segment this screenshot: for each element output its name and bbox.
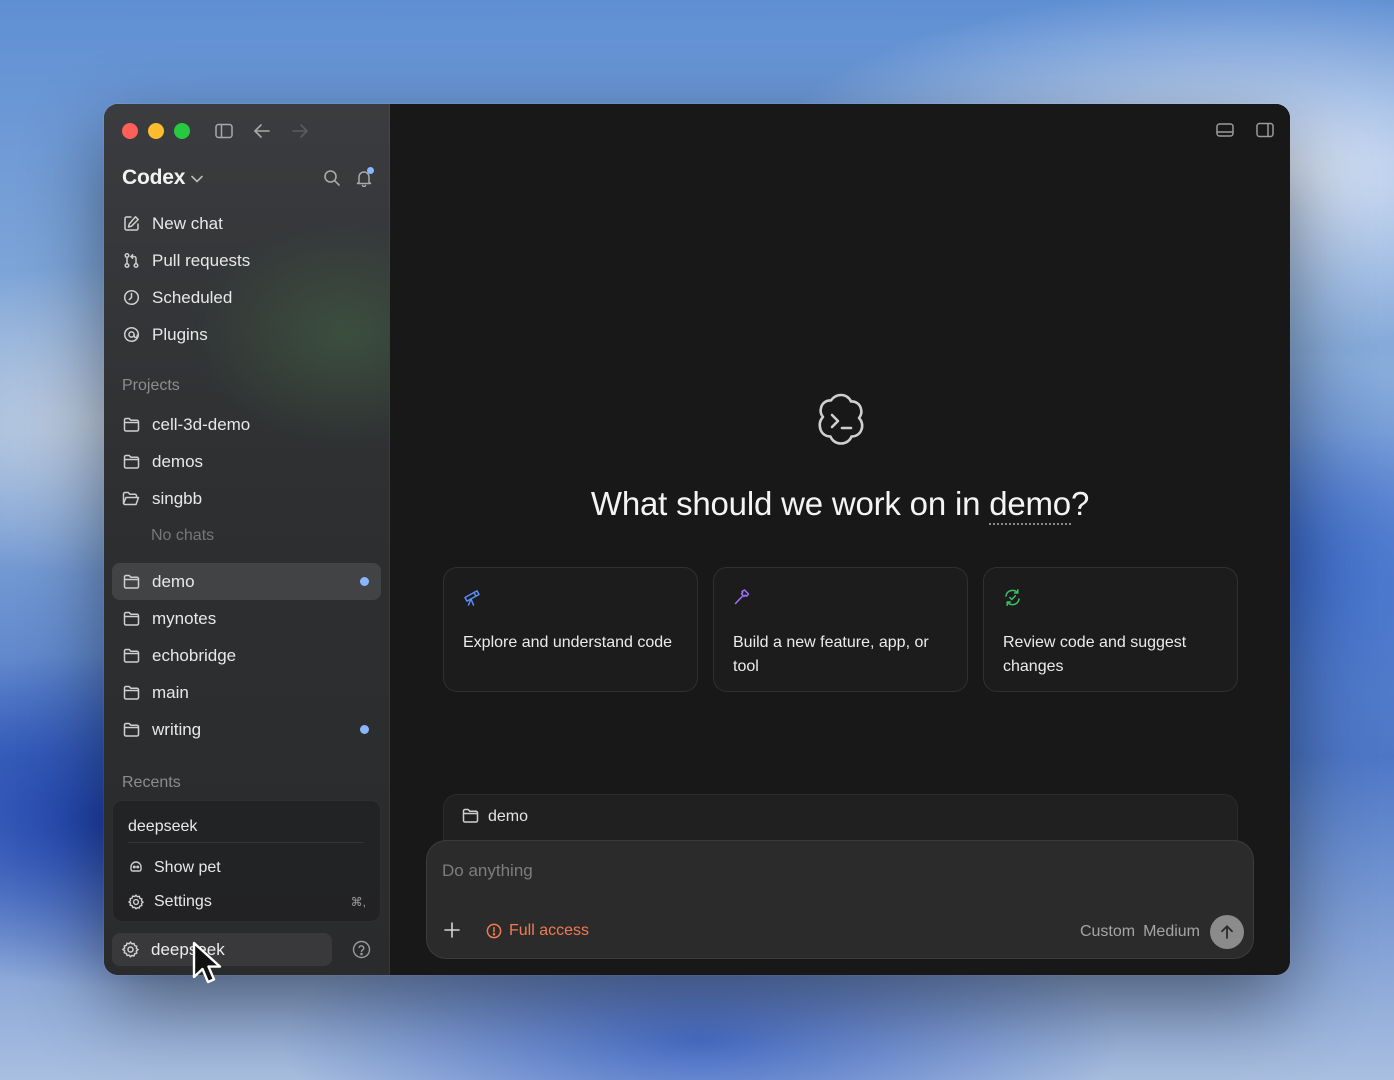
project-echobridge[interactable]: echobridge (112, 637, 381, 674)
model-selector[interactable]: Custom Medium (1080, 923, 1200, 941)
nav-scheduled[interactable]: Scheduled (112, 279, 381, 316)
account-menu-popover: deepseek Show pet Settings ⌘, (112, 800, 381, 922)
project-demo[interactable]: demo (112, 563, 381, 600)
titlebar-nav (214, 121, 310, 141)
nav-new-chat[interactable]: New chat (112, 205, 381, 242)
gear-icon (122, 940, 140, 959)
app-title[interactable]: Codex (122, 166, 185, 190)
pull-request-icon (122, 252, 140, 270)
folder-open-icon (122, 490, 140, 508)
folder-icon (462, 808, 480, 826)
folder-icon (122, 721, 140, 739)
folder-icon (122, 684, 140, 702)
project-picker[interactable]: demo (989, 485, 1071, 525)
refresh-check-icon (1003, 588, 1023, 608)
chevron-down-icon[interactable] (191, 175, 203, 183)
pet-icon (128, 860, 144, 876)
plugin-icon (122, 326, 140, 344)
plus-icon[interactable] (443, 921, 463, 941)
brand-row: Codex (122, 164, 374, 192)
access-level-button[interactable]: Full access (486, 922, 589, 940)
terminal-panel-icon[interactable] (1216, 122, 1234, 138)
projects-heading: Projects (122, 377, 180, 394)
compose-icon (122, 215, 140, 233)
recent-chat-item[interactable]: deepseek (128, 811, 364, 843)
minimize-window-button[interactable] (148, 123, 164, 139)
project-list: cell-3d-demo demos singbb No chats demo … (112, 406, 381, 748)
folder-icon (122, 573, 140, 591)
nav-plugins[interactable]: Plugins (112, 316, 381, 353)
search-icon[interactable] (323, 169, 341, 187)
nav-pull-requests[interactable]: Pull requests (112, 242, 381, 279)
unread-dot (360, 725, 369, 734)
workspace-chip[interactable]: demo (443, 794, 1238, 846)
hammer-icon (733, 588, 753, 608)
zoom-window-button[interactable] (174, 123, 190, 139)
folder-icon (122, 453, 140, 471)
main-panel: What should we work on in demo? Explore … (390, 104, 1290, 975)
settings-shortcut: ⌘, (350, 895, 366, 909)
codex-logo-icon (810, 390, 872, 452)
clock-icon (122, 289, 140, 307)
project-demos[interactable]: demos (112, 443, 381, 480)
project-main[interactable]: main (112, 674, 381, 711)
forward-arrow-icon[interactable] (290, 121, 310, 141)
folder-icon (122, 416, 140, 434)
mouse-pointer-icon (191, 941, 223, 989)
right-panel-toggle-icon[interactable] (1256, 122, 1274, 138)
project-singbb[interactable]: singbb (112, 480, 381, 517)
show-pet-menu-item[interactable]: Show pet (128, 853, 366, 883)
main-toolbar (1216, 122, 1274, 138)
warning-circle-icon (486, 923, 502, 939)
composer: Do anything Full access Custom Medium (426, 840, 1254, 959)
recents-heading: Recents (122, 774, 181, 791)
notification-bell-icon[interactable] (355, 167, 374, 187)
primary-nav: New chat Pull requests Scheduled Plugins (112, 205, 381, 353)
close-window-button[interactable] (122, 123, 138, 139)
sidebar: Codex New chat Pull requests Scheduled P… (104, 104, 390, 975)
arrow-up-icon (1219, 924, 1235, 940)
suggestion-cards: Explore and understand code Build a new … (443, 567, 1238, 692)
suggestion-card-explore[interactable]: Explore and understand code (443, 567, 698, 692)
page-title: What should we work on in demo? (390, 485, 1290, 525)
project-writing[interactable]: writing (112, 711, 381, 748)
unread-dot (360, 577, 369, 586)
project-mynotes[interactable]: mynotes (112, 600, 381, 637)
sidebar-toggle-icon[interactable] (214, 121, 234, 141)
folder-icon (122, 610, 140, 628)
project-cell-3d-demo[interactable]: cell-3d-demo (112, 406, 381, 443)
back-arrow-icon[interactable] (252, 121, 272, 141)
window-controls (122, 123, 190, 139)
send-button[interactable] (1210, 915, 1244, 949)
notification-dot (367, 167, 374, 174)
gear-icon (128, 894, 144, 910)
help-icon[interactable] (352, 940, 372, 960)
prompt-input[interactable]: Do anything (442, 861, 533, 881)
folder-icon (122, 647, 140, 665)
settings-menu-item[interactable]: Settings ⌘, (128, 887, 366, 917)
no-chats-label: No chats (151, 526, 215, 544)
app-window: Codex New chat Pull requests Scheduled P… (104, 104, 1290, 975)
suggestion-card-review[interactable]: Review code and suggest changes (983, 567, 1238, 692)
suggestion-card-build[interactable]: Build a new feature, app, or tool (713, 567, 968, 692)
telescope-icon (463, 588, 483, 608)
